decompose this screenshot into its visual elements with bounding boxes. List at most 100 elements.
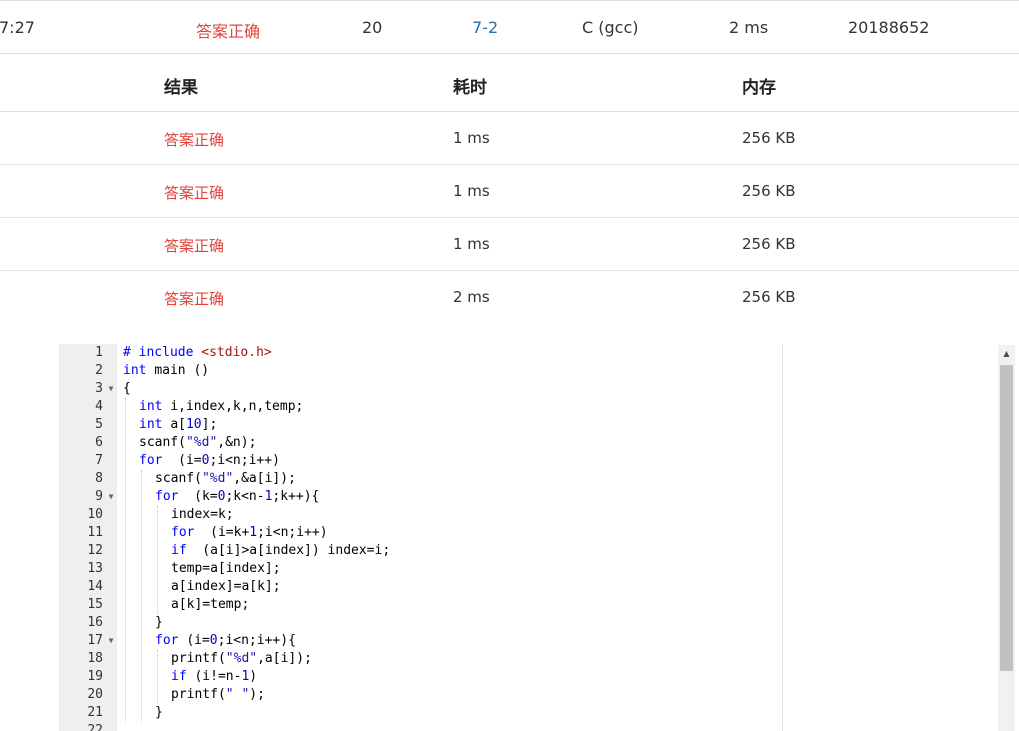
code-token: if <box>171 669 195 684</box>
code-area[interactable]: # include <stdio.h> int main (){int i,ind… <box>117 344 781 731</box>
code-token: (i!=n- <box>194 669 242 684</box>
code-token: ]; <box>201 417 218 432</box>
code-token: ) <box>249 669 258 684</box>
code-token: ,&n); <box>217 435 257 450</box>
code-line: temp=a[index]; <box>171 560 281 578</box>
code-token: scanf( <box>155 471 202 486</box>
code-line: } <box>155 704 163 722</box>
code-line: for (k=0;k<n-1;k++){ <box>155 488 319 506</box>
line-number: 1 <box>95 345 103 360</box>
code-line: a[index]=a[k]; <box>171 578 281 596</box>
line-number: 11 <box>87 525 103 540</box>
line-number: 12 <box>87 543 103 558</box>
line-number: 17 <box>87 633 103 648</box>
header-memory: 内存 <box>742 78 776 98</box>
case-time: 1 ms <box>453 235 490 253</box>
code-token: if <box>171 543 195 558</box>
header-time: 耗时 <box>453 78 487 98</box>
line-number: 7 <box>95 453 103 468</box>
code-token: # include <box>123 345 202 360</box>
line-number: 22 <box>87 723 103 731</box>
code-token: temp=a[index]; <box>171 561 281 576</box>
code-token: { <box>123 381 131 396</box>
code-token: ;k++){ <box>272 489 320 504</box>
user-id: 20188652 <box>848 18 930 37</box>
code-line: index=k; <box>171 506 234 524</box>
code-token: " " <box>225 687 250 702</box>
indent-guide <box>157 506 158 614</box>
code-line: int main () <box>123 362 209 380</box>
line-number: 2 <box>95 363 103 378</box>
case-memory: 256 KB <box>742 182 796 200</box>
code-token: "%d" <box>185 435 218 450</box>
code-token: (a[i]>a[index]) index=i; <box>194 543 391 558</box>
scrollbar-thumb[interactable] <box>1000 365 1013 671</box>
table-row: 答案正确 1 ms 256 KB <box>0 218 1019 271</box>
line-number: 13 <box>87 561 103 576</box>
code-token: for <box>155 633 187 648</box>
line-number: 15 <box>87 597 103 612</box>
code-line: } <box>155 614 163 632</box>
code-line: if (i!=n-1) <box>171 668 257 686</box>
code-line: int i,index,k,n,temp; <box>139 398 303 416</box>
fold-toggle-icon[interactable]: ▼ <box>106 632 116 650</box>
code-line: # include <stdio.h> <box>123 344 272 362</box>
line-number: 6 <box>95 435 103 450</box>
code-token: ;i<n;i++) <box>209 453 280 468</box>
case-result: 答案正确 <box>164 131 225 149</box>
code-token: ;i<n;i++) <box>257 525 328 540</box>
case-memory: 256 KB <box>742 235 796 253</box>
table-row: 答案正确 2 ms 256 KB <box>0 271 1019 323</box>
code-token: ;k<n- <box>225 489 265 504</box>
code-token: for <box>139 453 171 468</box>
code-token: i,index,k,n,temp; <box>170 399 304 414</box>
line-number: 9 <box>95 489 103 504</box>
code-line: int a[10]; <box>139 416 217 434</box>
code-line: { <box>123 380 131 398</box>
code-token: ,&a[i]); <box>233 471 296 486</box>
case-result: 答案正确 <box>164 184 225 202</box>
fold-toggle-icon[interactable]: ▼ <box>106 380 116 398</box>
scroll-up-arrow-icon[interactable]: ▲ <box>998 345 1015 363</box>
problem-link[interactable]: 7-2 <box>472 18 498 37</box>
code-token: printf( <box>171 687 226 702</box>
code-token: 0 <box>209 633 218 648</box>
code-line: printf(" "); <box>171 686 265 704</box>
table-row: 答案正确 1 ms 256 KB <box>0 112 1019 165</box>
case-time: 2 ms <box>453 288 490 306</box>
code-token: for <box>155 489 187 504</box>
code-token: ,a[i]); <box>257 651 312 666</box>
code-token: (i= <box>186 633 210 648</box>
line-number: 3 <box>95 381 103 396</box>
code-token: (k= <box>186 489 218 504</box>
case-result: 答案正确 <box>164 290 225 308</box>
code-editor[interactable]: 1 2 3 ▼ 4 5 6 7 8 9 ▼ 10 11 12 13 14 15 16 17 ▼ 18 19 20 21 22 #… <box>59 344 1019 731</box>
code-token: (i= <box>170 453 202 468</box>
case-time: 1 ms <box>453 129 490 147</box>
print-margin <box>782 344 783 731</box>
code-token: scanf( <box>139 435 186 450</box>
indent-guide <box>125 398 126 722</box>
vertical-scrollbar[interactable]: ▲ <box>998 345 1015 731</box>
table-row: 答案正确 1 ms 256 KB <box>0 165 1019 218</box>
code-token: int <box>139 417 171 432</box>
code-token: ); <box>249 687 265 702</box>
code-token: main () <box>154 363 210 378</box>
code-line: for (i=k+1;i<n;i++) <box>171 524 328 542</box>
indent-guide <box>157 650 158 704</box>
line-number: 8 <box>95 471 103 486</box>
line-number: 19 <box>87 669 103 684</box>
line-number: 4 <box>95 399 103 414</box>
code-token: "%d" <box>201 471 234 486</box>
compiler: C (gcc) <box>582 18 639 37</box>
submission-status: 答案正确 <box>196 22 261 41</box>
fold-toggle-icon[interactable]: ▼ <box>106 488 116 506</box>
line-number: 21 <box>87 705 103 720</box>
code-token: ;i<n;i++){ <box>217 633 296 648</box>
code-line: scanf("%d",&a[i]); <box>155 470 296 488</box>
line-number: 16 <box>87 615 103 630</box>
code-token: a[index]=a[k]; <box>171 579 281 594</box>
line-number: 14 <box>87 579 103 594</box>
case-memory: 256 KB <box>742 129 796 147</box>
indent-guide <box>141 470 142 722</box>
